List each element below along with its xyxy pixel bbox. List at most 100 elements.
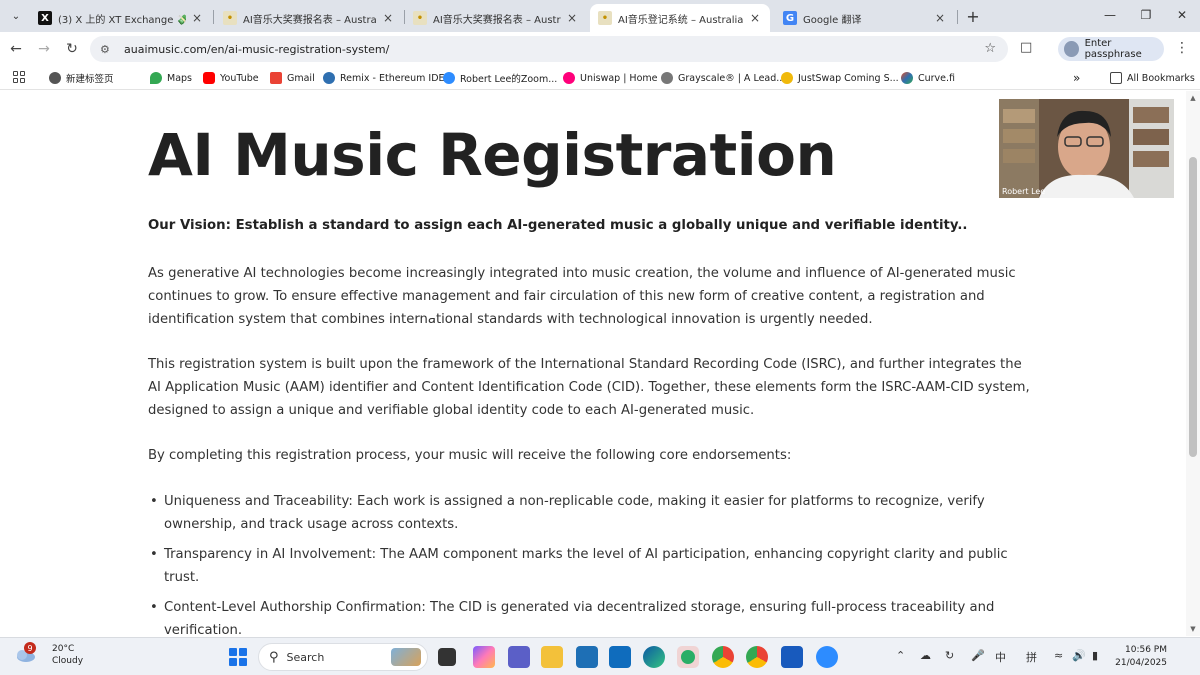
tab-close-icon[interactable]: × <box>381 11 395 25</box>
bookmark-zoom[interactable]: Robert Lee的Zoom... <box>443 70 557 86</box>
chrome-profile-icon[interactable] <box>746 646 768 668</box>
bookmark-gmail[interactable]: Gmail <box>270 70 315 86</box>
close-window-icon[interactable]: ✕ <box>1164 4 1200 26</box>
system-clock[interactable]: 10:56 PM 21/04/2025 <box>1115 644 1167 670</box>
avatar <box>1064 41 1079 57</box>
list-item: Transparency in AI Involvement: The AAM … <box>148 543 1028 589</box>
more-menu-icon[interactable]: ⋮ <box>1175 40 1189 56</box>
bookmark-label: Robert Lee的Zoom... <box>460 74 558 85</box>
tray-chevron-icon[interactable]: ⌃ <box>896 649 905 662</box>
extensions-puzzle-icon[interactable]: □ <box>1020 40 1038 58</box>
forward-arrow-icon[interactable]: → <box>34 39 54 59</box>
text-cursor-icon <box>427 306 437 318</box>
onedrive-cloud-icon[interactable]: ☁ <box>920 649 931 662</box>
tab-ai-music-contest-1[interactable]: • AI音乐大奖赛报名表 – Australia × <box>215 4 403 32</box>
copilot-icon[interactable] <box>473 646 495 668</box>
outlook-icon[interactable] <box>609 646 631 668</box>
page-scrollbar[interactable]: ▲ ▼ <box>1186 91 1200 636</box>
chrome-icon[interactable] <box>712 646 734 668</box>
site-favicon-icon: • <box>223 11 237 25</box>
maps-pin-icon <box>150 72 162 84</box>
bookmark-remix[interactable]: Remix - Ethereum IDE <box>323 70 445 86</box>
tab-close-icon[interactable]: × <box>190 11 204 25</box>
bookmark-label: Uniswap | Home <box>580 72 658 84</box>
cloud-icon: 9 <box>14 642 36 663</box>
scroll-down-icon[interactable]: ▼ <box>1189 625 1197 633</box>
teams-icon[interactable] <box>508 646 530 668</box>
all-bookmarks-button[interactable]: All Bookmarks <box>1110 70 1195 86</box>
x-logo-icon: X <box>38 11 52 25</box>
tab-search-chevron-icon[interactable]: ⌄ <box>6 6 26 26</box>
browser-toolbar: ← → ↻ ⚙ auaimusic.com/en/ai-music-regist… <box>0 32 1200 66</box>
windows-taskbar: 9 20°C Cloudy ⚲ Search ⌃ ☁ ↻ 🎤 中 拼 ≈ 🔊 ▮… <box>0 637 1200 675</box>
webcam-video <box>999 99 1174 198</box>
list-item: Uniqueness and Traceability: Each work i… <box>148 490 1028 536</box>
scroll-up-icon[interactable]: ▲ <box>1189 94 1197 102</box>
grayscale-icon <box>661 72 673 84</box>
minimize-icon[interactable]: — <box>1092 4 1128 26</box>
tab-label: AI音乐登记系统 – Australian AI <box>618 14 744 26</box>
tab-xt-exchange[interactable]: X (3) X 上的 XT Exchange 💸 #Be × <box>30 4 212 32</box>
tab-label: AI音乐大奖赛报名表 – Australia <box>433 14 561 26</box>
site-info-icon[interactable]: ⚙ <box>100 43 116 56</box>
bookmark-youtube[interactable]: YouTube <box>203 70 259 86</box>
bookmark-label: Curve.fi <box>918 72 956 84</box>
tab-ai-music-registration[interactable]: • AI音乐登记系统 – Australian AI × <box>590 4 770 32</box>
zoom-app-icon[interactable] <box>816 646 838 668</box>
new-tab-plus-icon[interactable]: + <box>963 6 983 26</box>
intro-paragraph: As generative AI technologies become inc… <box>148 266 1016 327</box>
bookmark-label: Gmail <box>287 72 315 84</box>
tab-label: (3) X 上的 XT Exchange 💸 #Be <box>58 14 186 26</box>
back-arrow-icon[interactable]: ← <box>6 39 26 59</box>
edge-icon[interactable] <box>643 646 665 668</box>
remix-icon <box>323 72 335 84</box>
vision-statement: Our Vision: Establish a standard to assi… <box>148 218 968 233</box>
tab-close-icon[interactable]: × <box>748 11 762 25</box>
file-explorer-icon[interactable] <box>541 646 563 668</box>
ime-chinese-indicator[interactable]: 中 <box>995 649 1006 665</box>
profile-passphrase-button[interactable]: Enter passphrase <box>1058 37 1164 61</box>
wechat-icon[interactable] <box>677 646 699 668</box>
weather-widget[interactable]: 9 20°C Cloudy <box>14 642 83 667</box>
wifi-icon[interactable]: ≈ <box>1054 649 1063 662</box>
uniswap-icon <box>563 72 575 84</box>
bookmark-label: 新建标签页 <box>66 74 114 85</box>
tab-ai-music-contest-2[interactable]: • AI音乐大奖赛报名表 – Australia × <box>405 4 587 32</box>
bookmarks-bar: 新建标签页 Maps YouTube Gmail Remix - Ethereu… <box>0 66 1200 90</box>
battery-icon[interactable]: ▮ <box>1092 649 1098 662</box>
webcam-overlay: Robert Lee <box>999 99 1174 198</box>
windows-start-icon[interactable] <box>229 648 247 666</box>
microphone-icon[interactable]: 🎤 <box>971 649 985 662</box>
tab-close-icon[interactable]: × <box>933 11 947 25</box>
bookmark-maps[interactable]: Maps <box>150 70 192 86</box>
bookmark-curve[interactable]: Curve.fi <box>901 70 955 86</box>
zoom-icon <box>443 72 455 84</box>
address-bar[interactable]: ⚙ auaimusic.com/en/ai-music-registration… <box>90 36 1008 62</box>
bookmark-new-tab[interactable]: 新建标签页 <box>49 70 114 86</box>
bookmark-star-icon[interactable]: ☆ <box>984 41 996 56</box>
notification-badge: 9 <box>24 642 36 654</box>
bookmarks-overflow-icon[interactable]: » <box>1073 70 1080 86</box>
task-view-icon[interactable] <box>438 648 456 666</box>
reload-icon[interactable]: ↻ <box>62 39 82 59</box>
url-text[interactable]: auaimusic.com/en/ai-music-registration-s… <box>124 43 389 56</box>
word-icon[interactable] <box>781 646 803 668</box>
bookmark-justswap[interactable]: JustSwap Coming S... <box>781 70 899 86</box>
bookmark-grayscale[interactable]: Grayscale® | A Lead... <box>661 70 785 86</box>
ime-pinyin-indicator[interactable]: 拼 <box>1026 649 1037 665</box>
weather-text: 20°C Cloudy <box>52 643 83 667</box>
speaker-icon[interactable]: 🔊 <box>1072 649 1086 662</box>
restore-icon[interactable]: ❐ <box>1128 4 1164 26</box>
tab-google-translate[interactable]: G Google 翻译 × <box>775 4 955 32</box>
sync-icon[interactable]: ↻ <box>945 649 954 662</box>
endorsements-list: Uniqueness and Traceability: Each work i… <box>148 490 1028 636</box>
weather-desc: Cloudy <box>52 656 84 666</box>
page-title: AI Music Registration <box>148 121 837 189</box>
scrollbar-thumb[interactable] <box>1189 157 1197 457</box>
bookmark-uniswap[interactable]: Uniswap | Home <box>563 70 657 86</box>
store-icon[interactable] <box>576 646 598 668</box>
tab-close-icon[interactable]: × <box>565 11 579 25</box>
taskbar-search-box[interactable]: ⚲ Search <box>258 643 428 671</box>
apps-grid-icon[interactable] <box>13 71 25 83</box>
gmail-icon <box>270 72 282 84</box>
